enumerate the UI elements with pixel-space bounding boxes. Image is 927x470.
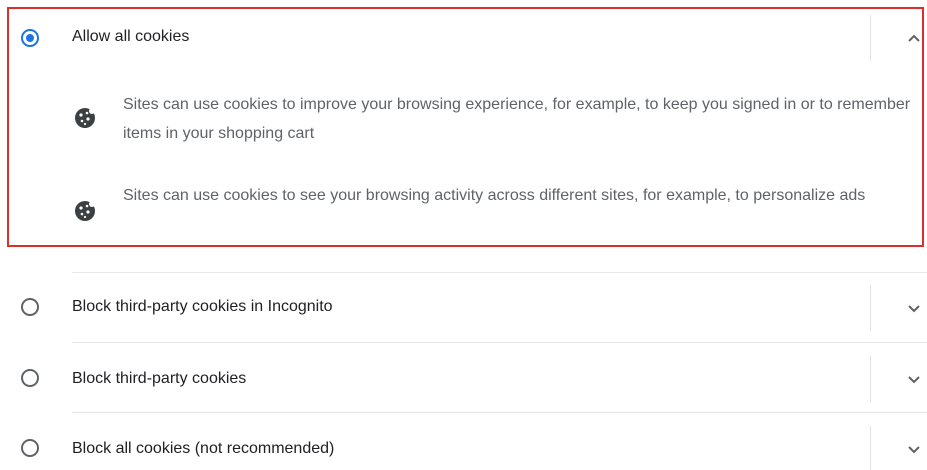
row-divider [72,342,927,343]
detail-text: Sites can use cookies to see your browsi… [123,187,866,204]
option-block-third-party-incognito[interactable]: Block third-party cookies in Incognito [0,276,927,338]
chevron-down-icon[interactable] [904,369,924,389]
radio-block-third-party[interactable] [21,369,39,387]
chevron-down-icon[interactable] [904,298,924,318]
chevron-down-icon[interactable] [904,439,924,459]
radio-block-third-party-incognito[interactable] [21,298,39,316]
row-divider [72,272,927,273]
option-block-all-cookies[interactable]: Block all cookies (not recommended) [0,417,927,470]
divider [870,426,871,470]
option-label: Block third-party cookies [72,370,247,387]
detail-text: Sites can use cookies to improve your br… [123,96,911,142]
chevron-up-icon[interactable] [904,28,924,48]
cookie-settings-page: Allow all cookies Sites can use cookies … [0,0,927,470]
option-allow-all-cookies[interactable]: Allow all cookies [0,7,927,69]
row-divider [72,412,927,413]
divider [870,15,871,61]
radio-allow-all-cookies[interactable] [21,29,39,47]
option-label: Block all cookies (not recommended) [72,440,335,457]
option-label: Allow all cookies [72,28,190,45]
divider [870,356,871,402]
radio-block-all-cookies[interactable] [21,439,39,457]
cookie-icon [73,199,97,223]
cookie-icon [73,106,97,130]
option-block-third-party[interactable]: Block third-party cookies [0,347,927,409]
divider [870,285,871,331]
option-label: Block third-party cookies in Incognito [72,298,333,315]
